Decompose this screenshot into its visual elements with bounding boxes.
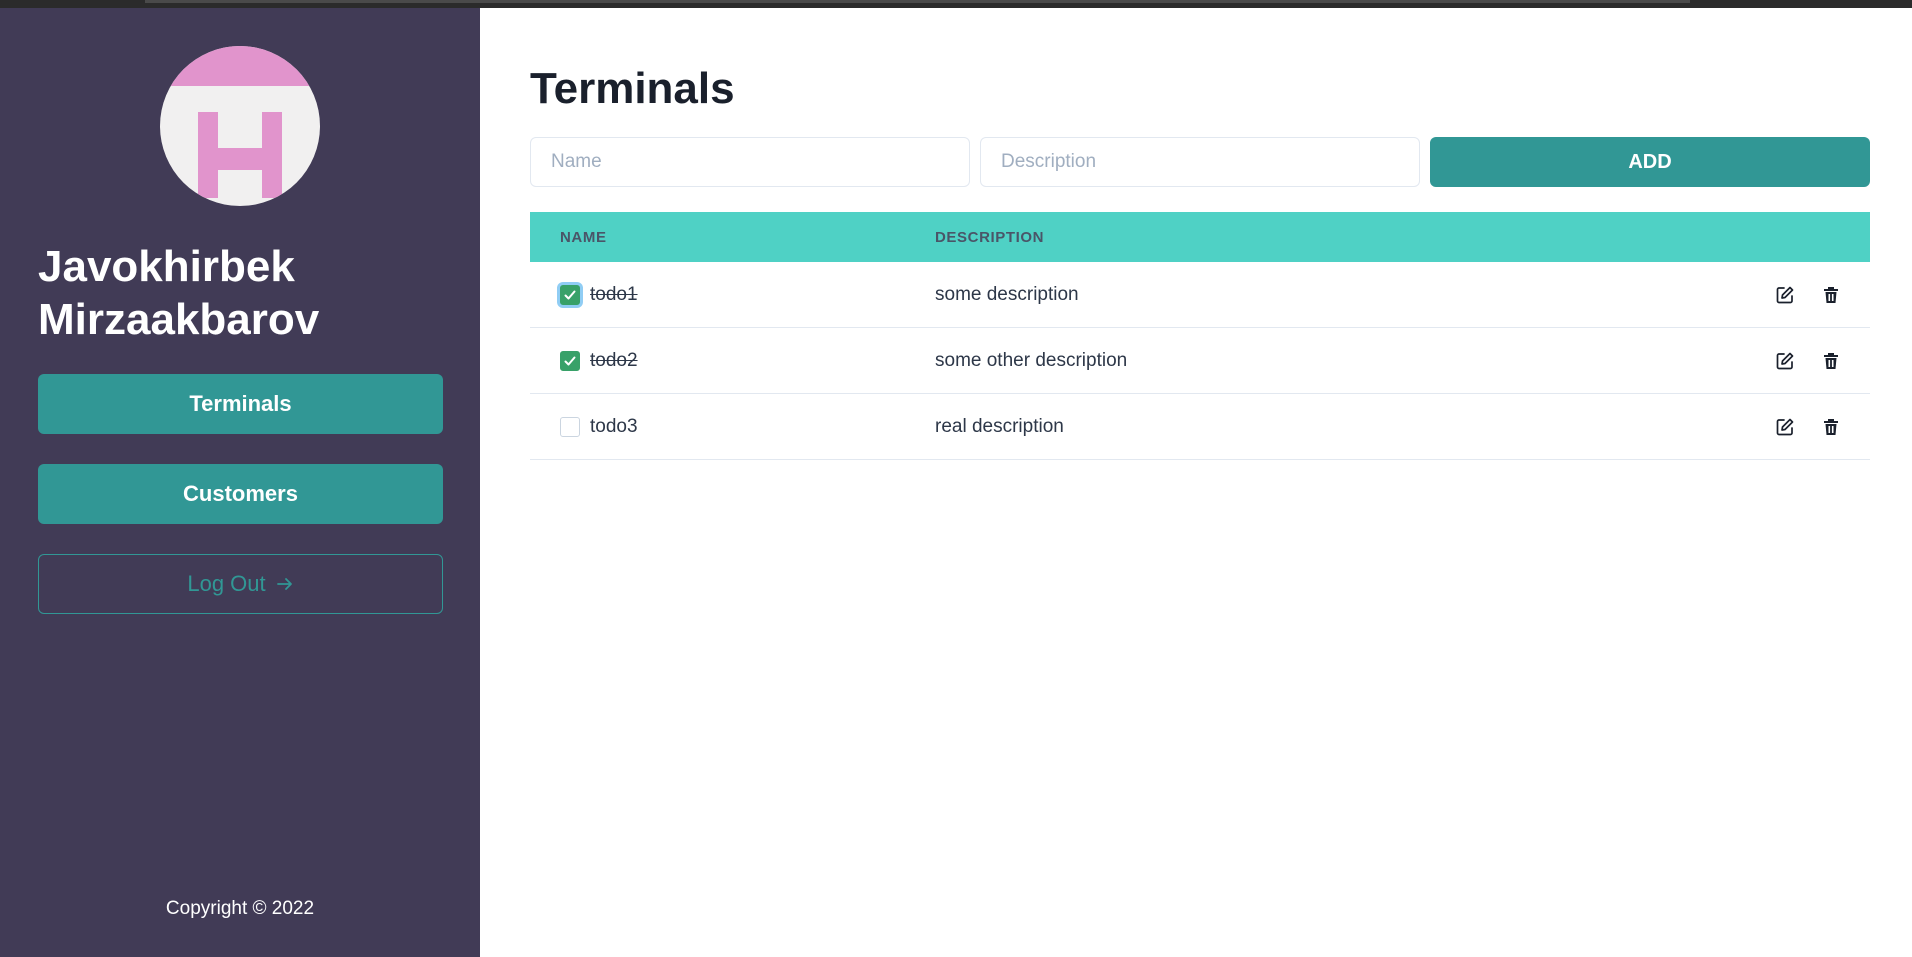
trash-icon[interactable] xyxy=(1820,284,1842,306)
table-header: NAME DESCRIPTION xyxy=(530,212,1870,262)
row-actions xyxy=(1774,394,1842,459)
row-description: some description xyxy=(935,283,1079,305)
checkmark-icon xyxy=(564,290,576,299)
main-content: Terminals ADD NAME DESCRIPTION todo1 som… xyxy=(480,8,1912,957)
edit-icon[interactable] xyxy=(1774,350,1796,372)
logout-button[interactable]: Log Out xyxy=(38,554,443,614)
row-name-cell: todo2 xyxy=(530,350,935,372)
trash-icon[interactable] xyxy=(1820,416,1842,438)
row-name: todo2 xyxy=(590,349,638,371)
browser-top-strip xyxy=(0,0,1912,8)
avatar-h-logo xyxy=(160,46,320,198)
avatar xyxy=(160,46,320,206)
name-input[interactable] xyxy=(530,137,970,187)
row-actions xyxy=(1774,328,1842,393)
row-name: todo1 xyxy=(590,283,638,305)
edit-icon[interactable] xyxy=(1774,416,1796,438)
description-input[interactable] xyxy=(980,137,1420,187)
checkmark-icon xyxy=(564,356,576,365)
row-description: some other description xyxy=(935,349,1128,371)
nav-customers-button[interactable]: Customers xyxy=(38,464,443,524)
logout-label: Log Out xyxy=(187,571,266,596)
done-checkbox[interactable] xyxy=(560,284,580,305)
arrow-right-icon xyxy=(276,578,292,590)
done-checkbox[interactable] xyxy=(560,416,580,437)
row-name-cell: todo1 xyxy=(530,284,935,306)
column-header-name: NAME xyxy=(560,228,607,246)
trash-icon[interactable] xyxy=(1820,350,1842,372)
sidebar: Javokhirbek Mirzaakbarov Terminals Custo… xyxy=(0,8,480,957)
row-actions xyxy=(1774,262,1842,327)
table-row: todo2 some other description xyxy=(530,328,1870,394)
browser-tab-strip xyxy=(145,0,1690,3)
table-row: todo1 some description xyxy=(530,262,1870,328)
add-button[interactable]: ADD xyxy=(1430,137,1870,187)
nav-terminals-button[interactable]: Terminals xyxy=(38,374,443,434)
copyright-text: Copyright © 2022 xyxy=(165,898,315,919)
user-first-name: Javokhirbek xyxy=(38,242,295,291)
terminals-table: NAME DESCRIPTION todo1 some description xyxy=(530,212,1870,460)
row-name: todo3 xyxy=(590,415,638,437)
page-title: Terminals xyxy=(530,64,735,113)
edit-icon[interactable] xyxy=(1774,284,1796,306)
row-description: real description xyxy=(935,415,1064,437)
user-last-name: Mirzaakbarov xyxy=(38,295,320,344)
table-row: todo3 real description xyxy=(530,394,1870,460)
row-name-cell: todo3 xyxy=(530,416,935,438)
done-checkbox[interactable] xyxy=(560,350,580,371)
column-header-description: DESCRIPTION xyxy=(935,228,1045,246)
user-name: Javokhirbek Mirzaakbarov xyxy=(38,240,458,346)
